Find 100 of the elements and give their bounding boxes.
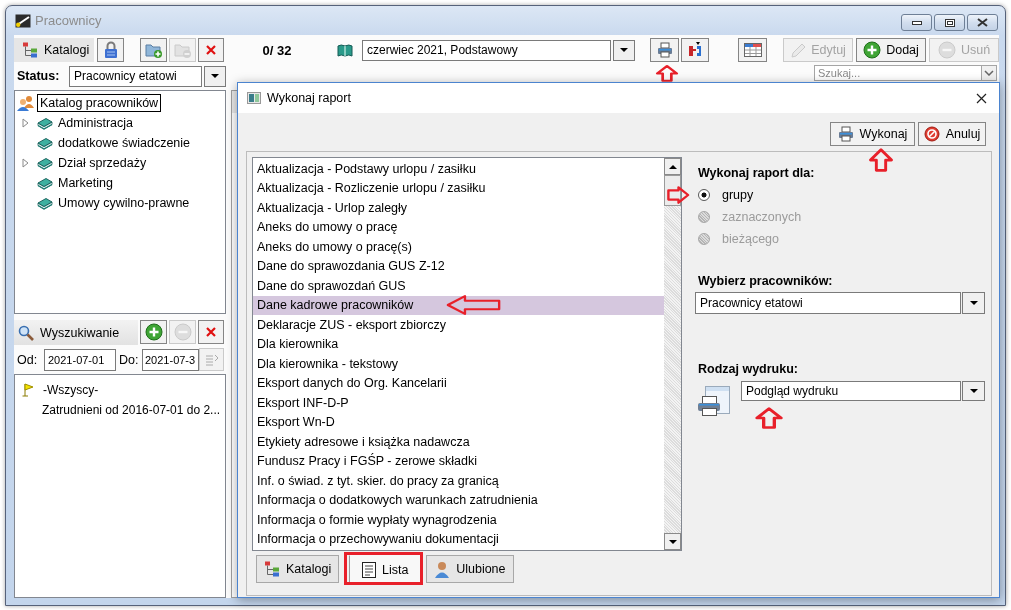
- to-label: Do:: [118, 352, 140, 367]
- panel-title: Wyszukiwanie: [40, 325, 120, 340]
- close-button[interactable]: [967, 14, 998, 31]
- list-item[interactable]: Deklaracje ZUS - eksport zbiorczy: [253, 315, 664, 335]
- tab[interactable]: Ulubione: [426, 555, 514, 583]
- caret-icon: [969, 301, 978, 305]
- caret-icon: [969, 389, 978, 393]
- list-item[interactable]: Eksport INF-D-P: [253, 393, 664, 413]
- person-icon: [434, 560, 451, 578]
- tab[interactable]: Lista: [349, 555, 422, 584]
- maximize-button[interactable]: [934, 14, 965, 31]
- scroll-up-button[interactable]: [664, 158, 681, 175]
- up-triangle-icon: [668, 164, 677, 169]
- list-item[interactable]: Informacja o dodatkowych warunkach zatrudnienia: [253, 490, 664, 510]
- list-item[interactable]: Aktualizacja - Podstawy urlopu / zasiłku: [253, 159, 664, 179]
- delete-icon: [206, 327, 216, 337]
- record-counter: 0/ 32: [261, 42, 293, 58]
- date-field[interactable]: 2021-07-01: [44, 348, 116, 371]
- book-icon: [37, 136, 53, 150]
- dialog-title: Wykonaj raport: [267, 91, 351, 105]
- lock-icon: [103, 41, 118, 59]
- document-icon: [362, 561, 376, 578]
- delete-button[interactable]: [198, 320, 224, 344]
- plus-icon: [144, 323, 163, 341]
- list-item[interactable]: Aneks do umowy o pracę(s): [253, 237, 664, 257]
- search-field[interactable]: Szukaj...: [814, 65, 981, 81]
- add-button[interactable]: [140, 320, 167, 344]
- status-field[interactable]: Pracownicy etatowi: [69, 65, 202, 87]
- delete-icon: [206, 45, 216, 55]
- date-field[interactable]: 2021-07-3: [142, 348, 199, 371]
- flag-icon: [22, 383, 34, 397]
- printer-icon: [656, 42, 673, 58]
- list-item[interactable]: Dla kierownika: [253, 334, 664, 354]
- dropdown-button[interactable]: [204, 65, 226, 87]
- delete-button[interactable]: [198, 38, 224, 62]
- tree-item[interactable]: Katalog pracowników: [37, 94, 162, 112]
- tree-item[interactable]: dodatkowe świadczenie: [55, 134, 194, 152]
- table-icon: [743, 43, 762, 57]
- list-item[interactable]: Informacja o przechowywaniu dokumentacji: [253, 529, 664, 549]
- people-icon: [17, 95, 35, 111]
- list-item[interactable]: Aktualizacja - Rozliczenie urlopu / zasiłku: [253, 178, 664, 198]
- dropdown-button[interactable]: [962, 292, 985, 314]
- folder-plus-icon: [144, 42, 163, 58]
- minus-icon: [937, 41, 956, 59]
- cancel-icon: [923, 126, 940, 142]
- expand-icon[interactable]: [22, 158, 29, 168]
- list-item[interactable]: Aktualizacja - Urlop zaległy: [253, 198, 664, 218]
- caret-icon: [620, 48, 628, 52]
- radio-button[interactable]: [698, 189, 710, 201]
- list-item[interactable]: Inf. o świad. z tyt. skier. do pracy za granicą: [253, 471, 664, 491]
- book-icon: [37, 156, 53, 170]
- table-button[interactable]: [738, 38, 767, 62]
- section-title: Wybierz pracowników:: [697, 273, 834, 289]
- list-item[interactable]: Aneks do umowy o pracę: [253, 217, 664, 237]
- minimize-button[interactable]: [901, 14, 932, 31]
- add-folder-button[interactable]: [140, 38, 167, 62]
- tree-item[interactable]: Umowy cywilno-prawne: [55, 194, 193, 212]
- dropdown-button[interactable]: [962, 381, 985, 401]
- lock-button[interactable]: [97, 38, 124, 62]
- list-item[interactable]: Dane do sprawozdań GUS: [253, 276, 664, 296]
- radio-label: grupy: [722, 188, 754, 202]
- caret-icon: [211, 74, 219, 78]
- tree-item[interactable]: Marketing: [55, 174, 116, 192]
- hierarchy-icon: [264, 561, 280, 577]
- catalogs-button[interactable]: Katalogi: [14, 38, 94, 62]
- employees-field[interactable]: Pracownicy etatowi: [695, 292, 961, 314]
- run-button[interactable]: Wykonaj: [830, 122, 915, 146]
- list-item[interactable]: Informacja o formie wypłaty wynagrodzenia: [253, 510, 664, 530]
- status-label: Status:: [16, 69, 61, 83]
- close-icon: [977, 18, 988, 27]
- book-icon: [37, 176, 53, 190]
- print-button[interactable]: [650, 38, 679, 62]
- period-field[interactable]: czerwiec 2021, Podstawowy: [362, 39, 611, 61]
- down-triangle-icon: [668, 539, 677, 544]
- export-button[interactable]: [681, 38, 709, 62]
- list-item[interactable]: Dane kadrowe pracowników: [253, 295, 664, 315]
- plus-icon: [863, 41, 882, 59]
- filter-item[interactable]: -Wszyscy-: [43, 383, 99, 397]
- tree-item[interactable]: Dział sprzedaży: [55, 154, 150, 172]
- tree-item[interactable]: Administracja: [55, 114, 137, 132]
- filter-item[interactable]: Zatrudnieni od 2016-07-01 do 2...: [42, 403, 221, 417]
- list-item[interactable]: Fundusz Pracy i FGŚP - zerowe składki: [253, 451, 664, 471]
- bracket-icon: [687, 42, 703, 58]
- close-icon: [975, 92, 987, 104]
- list-item[interactable]: Eksport Wn-D: [253, 412, 664, 432]
- list-item[interactable]: Etykiety adresowe i książka nadawcza: [253, 432, 664, 452]
- folder-minus-icon: [173, 42, 192, 58]
- tab[interactable]: Katalogi: [256, 555, 340, 583]
- expand-icon[interactable]: [22, 118, 29, 128]
- radio-label: bieżącego: [722, 232, 779, 246]
- dropdown-button[interactable]: [613, 39, 635, 61]
- list-item[interactable]: Dane do sprawozdania GUS Z-12: [253, 256, 664, 276]
- list-item[interactable]: Eksport danych do Org. Kancelarii: [253, 373, 664, 393]
- search-icon: [18, 324, 34, 341]
- print-type-field[interactable]: Podgląd wydruku: [741, 381, 961, 401]
- cancel-button[interactable]: Anuluj: [918, 122, 986, 146]
- list-item[interactable]: Dla kierownika - tekstowy: [253, 354, 664, 374]
- hierarchy-icon: [22, 42, 38, 58]
- scroll-down-button[interactable]: [664, 533, 681, 550]
- add-button[interactable]: Dodaj: [856, 38, 926, 62]
